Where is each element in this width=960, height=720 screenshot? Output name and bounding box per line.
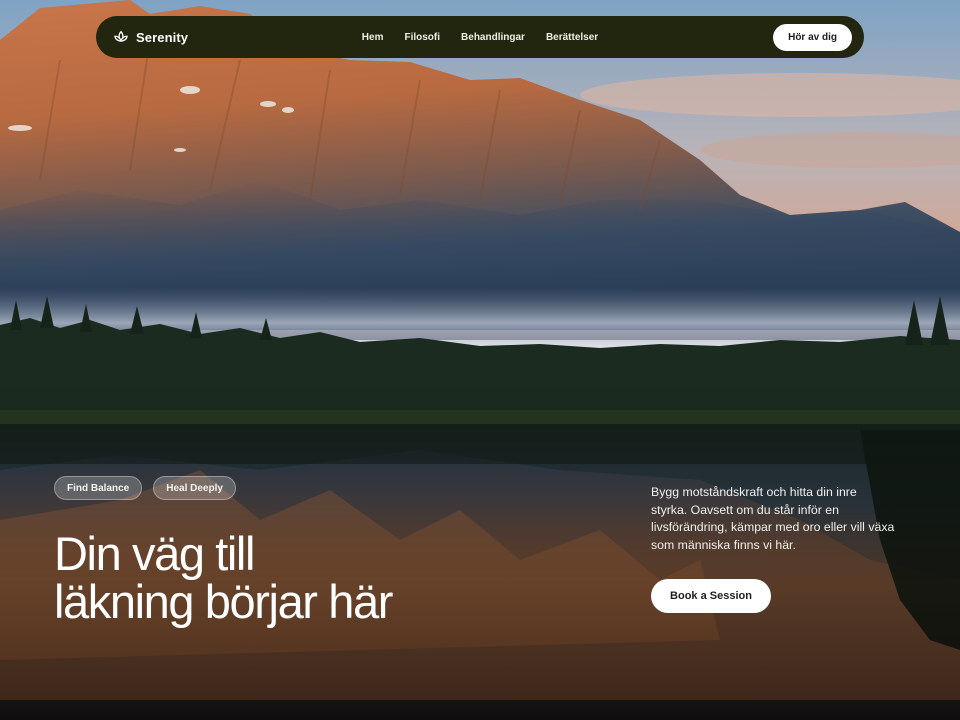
brand-logo[interactable]: Serenity [112, 28, 188, 46]
book-session-button[interactable]: Book a Session [651, 579, 771, 613]
nav-link-hem[interactable]: Hem [362, 32, 384, 43]
hero-headline: Din väg till läkning börjar här [54, 530, 474, 626]
nav-links: Hem Filosofi Behandlingar Berättelser [362, 32, 598, 43]
nav-link-berattelser[interactable]: Berättelser [546, 32, 598, 43]
nav-link-behandlingar[interactable]: Behandlingar [461, 32, 525, 43]
tag-heal-deeply: Heal Deeply [153, 476, 236, 500]
hero-tags: Find Balance Heal Deeply [54, 476, 236, 500]
contact-button[interactable]: Hör av dig [773, 23, 852, 51]
hero-headline-line-2: läkning börjar här [54, 575, 393, 628]
hero-intro-text: Bygg motståndskraft och hitta din inre s… [651, 485, 895, 552]
brand-name: Serenity [136, 29, 189, 45]
tag-find-balance: Find Balance [54, 476, 143, 500]
hero-headline-line-1: Din väg till [54, 527, 255, 580]
nav-link-filosofi[interactable]: Filosofi [404, 32, 440, 43]
top-navigation-bar: Serenity Hem Filosofi Behandlingar Berät… [96, 16, 864, 58]
lotus-icon [114, 30, 128, 42]
